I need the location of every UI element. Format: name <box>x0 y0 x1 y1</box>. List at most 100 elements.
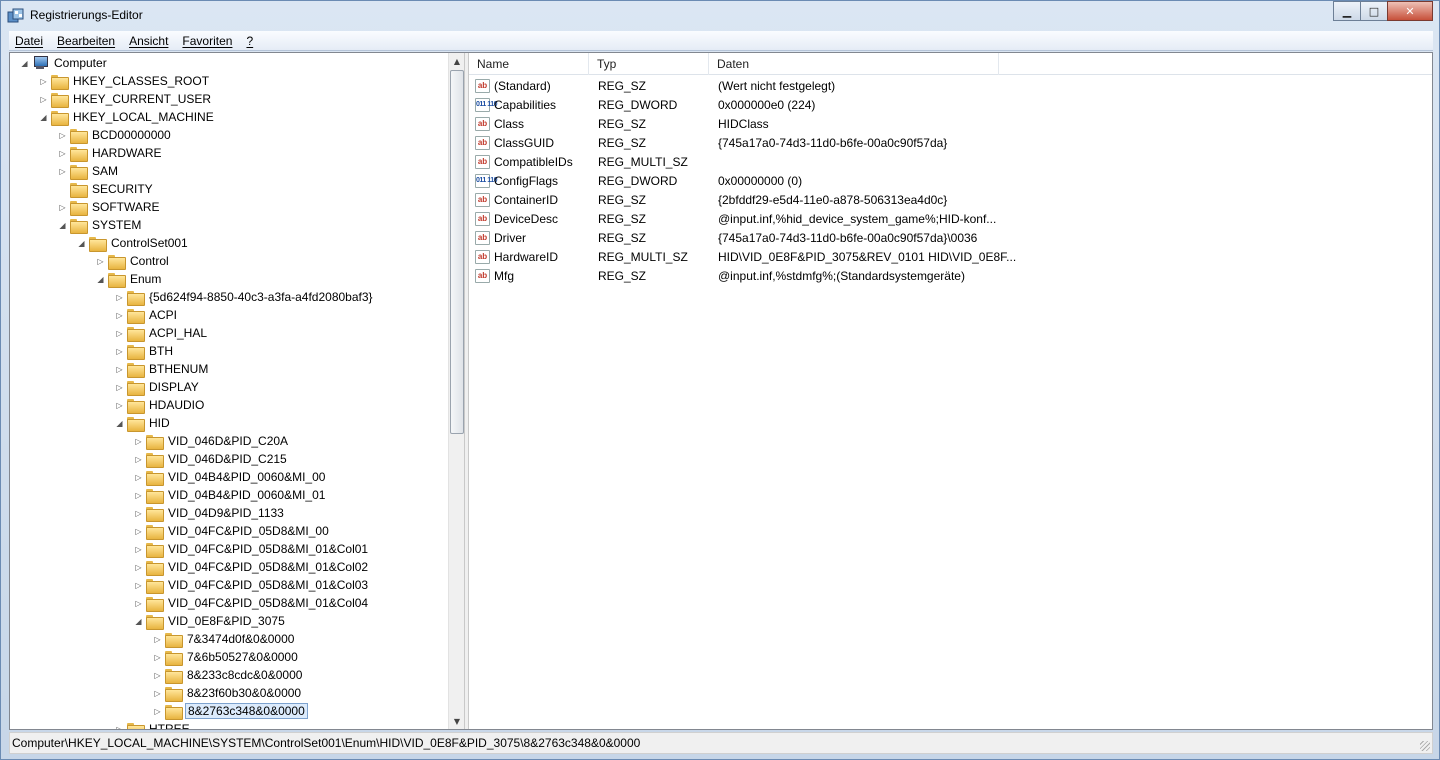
expanded-triangle-icon[interactable]: ◢ <box>96 275 105 284</box>
expanded-triangle-icon[interactable]: ◢ <box>77 239 86 248</box>
collapsed-triangle-icon[interactable]: ▷ <box>153 653 162 662</box>
collapsed-triangle-icon[interactable]: ▷ <box>134 473 143 482</box>
tree-item[interactable]: ▷ HARDWARE <box>58 144 164 162</box>
collapsed-triangle-icon[interactable]: ▷ <box>134 563 143 572</box>
collapsed-triangle-icon[interactable]: ▷ <box>115 347 124 356</box>
expanded-triangle-icon[interactable]: ◢ <box>58 221 67 230</box>
collapsed-triangle-icon[interactable]: ▷ <box>58 203 67 212</box>
menu-datei[interactable]: Datei <box>15 34 43 48</box>
tree-item[interactable]: ▷ VID_046D&PID_C215 <box>134 450 289 468</box>
value-row[interactable]: ab (Standard) REG_SZ (Wert nicht festgelegt… <box>469 77 1432 96</box>
tree-item[interactable]: ▷ HKEY_CLASSES_ROOT <box>39 72 211 90</box>
column-header-name[interactable]: Name <box>469 53 589 75</box>
tree-item[interactable]: ▷ VID_04D9&PID_1133 <box>134 504 286 522</box>
tree-item[interactable]: SECURITY <box>58 180 155 198</box>
collapsed-triangle-icon[interactable]: ▷ <box>58 131 67 140</box>
collapsed-triangle-icon[interactable]: ▷ <box>115 725 124 730</box>
column-header-type[interactable]: Typ <box>589 53 709 75</box>
menu-help[interactable]: ? <box>246 34 253 48</box>
tree-item[interactable]: ▷ VID_04FC&PID_05D8&MI_01&Col01 <box>134 540 370 558</box>
collapsed-triangle-icon[interactable]: ▷ <box>96 257 105 266</box>
tree-item[interactable]: ◢ Enum <box>96 270 163 288</box>
collapsed-triangle-icon[interactable]: ▷ <box>134 437 143 446</box>
value-row[interactable]: ab ClassGUID REG_SZ {745a17a0-74d3-11d0-b6f… <box>469 134 1432 153</box>
collapsed-triangle-icon[interactable]: ▷ <box>58 167 67 176</box>
menu-bearbeiten[interactable]: Bearbeiten <box>57 34 115 48</box>
expanded-triangle-icon[interactable]: ◢ <box>20 59 29 68</box>
collapsed-triangle-icon[interactable]: ▷ <box>39 77 48 86</box>
tree-item[interactable]: ◢ HKEY_LOCAL_MACHINE <box>39 108 216 126</box>
collapsed-triangle-icon[interactable]: ▷ <box>134 581 143 590</box>
tree-item[interactable]: ▷ 7&6b50527&0&0000 <box>153 648 300 666</box>
value-row[interactable]: ab DeviceDesc REG_SZ @input.inf,%hid_device… <box>469 210 1432 229</box>
tree-item[interactable]: ◢ HID <box>115 414 172 432</box>
tree-item[interactable]: ◢ SYSTEM <box>58 216 143 234</box>
collapsed-triangle-icon[interactable]: ▷ <box>115 401 124 410</box>
tree-item[interactable]: ▷ VID_04FC&PID_05D8&MI_01&Col02 <box>134 558 370 576</box>
collapsed-triangle-icon[interactable]: ▷ <box>115 293 124 302</box>
tree-item[interactable]: ▷ HKEY_CURRENT_USER <box>39 90 213 108</box>
menu-favoriten[interactable]: Favoriten <box>182 34 232 48</box>
tree-item[interactable]: ▷ Control <box>96 252 171 270</box>
tree-item[interactable]: ▷ ACPI <box>115 306 179 324</box>
tree-item[interactable]: ▷ ACPI_HAL <box>115 324 209 342</box>
tree-item[interactable]: ▷ VID_04B4&PID_0060&MI_00 <box>134 468 327 486</box>
collapsed-triangle-icon[interactable]: ▷ <box>134 527 143 536</box>
expanded-triangle-icon[interactable]: ◢ <box>134 617 143 626</box>
collapsed-triangle-icon[interactable]: ▷ <box>153 635 162 644</box>
tree-item[interactable]: ▷ 7&3474d0f&0&0000 <box>153 630 296 648</box>
tree-item[interactable]: ◢ VID_0E8F&PID_3075 <box>134 612 287 630</box>
collapsed-triangle-icon[interactable]: ▷ <box>134 455 143 464</box>
tree-item[interactable]: ▷ VID_04FC&PID_05D8&MI_00 <box>134 522 331 540</box>
collapsed-triangle-icon[interactable]: ▷ <box>153 689 162 698</box>
tree-item[interactable]: ▷ DISPLAY <box>115 378 201 396</box>
tree-item[interactable]: ◢ ControlSet001 <box>77 234 190 252</box>
tree-item[interactable]: ▷ BTHENUM <box>115 360 210 378</box>
value-row[interactable]: ab Mfg REG_SZ @input.inf,%stdmfg%;(Standard… <box>469 267 1432 286</box>
collapsed-triangle-icon[interactable]: ▷ <box>39 95 48 104</box>
expanded-triangle-icon[interactable]: ◢ <box>39 113 48 122</box>
tree-item[interactable]: ▷ BTH <box>115 342 175 360</box>
collapsed-triangle-icon[interactable]: ▷ <box>58 149 67 158</box>
value-row[interactable]: ab Driver REG_SZ {745a17a0-74d3-11d0-b6fe-0… <box>469 229 1432 248</box>
title-bar[interactable]: Registrierungs-Editor ▁ □ ✕ <box>1 1 1439 31</box>
tree-item[interactable]: ▷ 8&2763c348&0&0000 <box>153 702 308 720</box>
collapsed-triangle-icon[interactable]: ▷ <box>115 311 124 320</box>
minimize-button[interactable]: ▁ <box>1333 1 1361 21</box>
collapsed-triangle-icon[interactable]: ▷ <box>115 383 124 392</box>
tree-item[interactable]: ▷ SOFTWARE <box>58 198 162 216</box>
tree-item[interactable]: ▷ VID_04FC&PID_05D8&MI_01&Col04 <box>134 594 370 612</box>
tree-item[interactable]: ◢ Computer <box>20 54 109 72</box>
expanded-triangle-icon[interactable]: ◢ <box>115 419 124 428</box>
tree-item[interactable]: ▷ HTREE <box>115 720 192 729</box>
column-header-data[interactable]: Daten <box>709 53 999 75</box>
maximize-button[interactable]: □ <box>1360 1 1388 21</box>
tree-item[interactable]: ▷ VID_04FC&PID_05D8&MI_01&Col03 <box>134 576 370 594</box>
menu-ansicht[interactable]: Ansicht <box>129 34 168 48</box>
tree-item[interactable]: ▷ SAM <box>58 162 120 180</box>
scroll-down-arrow-icon[interactable]: ▼ <box>449 713 465 729</box>
resize-grip-icon[interactable] <box>1420 741 1430 751</box>
value-row[interactable]: 011 110 Capabilities REG_DWORD 0x000000e0 (… <box>469 96 1432 115</box>
scroll-up-arrow-icon[interactable]: ▲ <box>449 53 465 69</box>
collapsed-triangle-icon[interactable]: ▷ <box>115 365 124 374</box>
value-row[interactable]: ab CompatibleIDs REG_MULTI_SZ <box>469 153 1432 172</box>
tree-item[interactable]: ▷ VID_046D&PID_C20A <box>134 432 290 450</box>
scroll-thumb[interactable] <box>450 70 464 434</box>
value-row[interactable]: ab ContainerID REG_SZ {2bfddf29-e5d4-11e0-a… <box>469 191 1432 210</box>
collapsed-triangle-icon[interactable]: ▷ <box>134 491 143 500</box>
tree-item[interactable]: ▷ {5d624f94-8850-40c3-a3fa-a4fd2080baf3} <box>115 288 375 306</box>
tree-item[interactable]: ▷ BCD00000000 <box>58 126 173 144</box>
tree-item[interactable]: ▷ HDAUDIO <box>115 396 206 414</box>
close-button[interactable]: ✕ <box>1387 1 1433 21</box>
tree-vertical-scrollbar[interactable]: ▲ ▼ <box>448 53 464 729</box>
tree-item[interactable]: ▷ VID_04B4&PID_0060&MI_01 <box>134 486 327 504</box>
key-tree[interactable]: ◢ Computer ▷ HKEY_CLASSES_ROOT ▷ HKEY_CURRENT… <box>10 53 464 729</box>
collapsed-triangle-icon[interactable]: ▷ <box>134 599 143 608</box>
collapsed-triangle-icon[interactable]: ▷ <box>134 509 143 518</box>
tree-item[interactable]: ▷ 8&23f60b30&0&0000 <box>153 684 303 702</box>
collapsed-triangle-icon[interactable]: ▷ <box>115 329 124 338</box>
collapsed-triangle-icon[interactable]: ▷ <box>134 545 143 554</box>
value-row[interactable]: ab Class REG_SZ HIDClass <box>469 115 1432 134</box>
collapsed-triangle-icon[interactable]: ▷ <box>153 707 162 716</box>
